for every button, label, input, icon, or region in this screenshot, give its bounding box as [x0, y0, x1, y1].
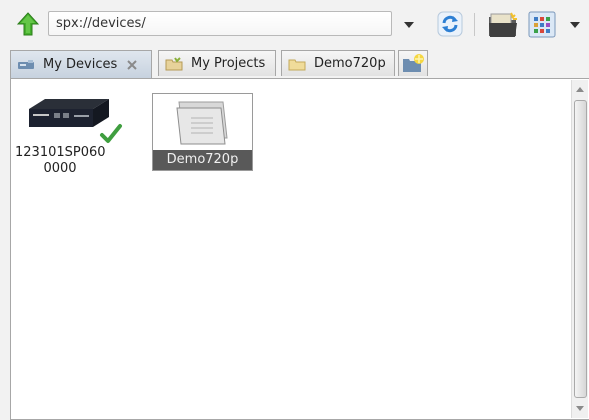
tab-label: My Devices	[43, 57, 118, 72]
folder-item-demo720p[interactable]: Demo720p	[152, 93, 253, 171]
close-icon[interactable]	[126, 59, 138, 71]
toolbar-separator	[474, 13, 475, 36]
tab-my-devices[interactable]: My Devices	[10, 50, 152, 78]
grid-view-icon[interactable]	[528, 11, 556, 38]
tab-label: My Projects	[191, 56, 266, 71]
device-label: 123101SP060 0000	[15, 145, 106, 177]
device-label-line1: 123101SP060	[15, 145, 106, 160]
folder-label: Demo720p	[153, 150, 252, 170]
refresh-icon[interactable]	[437, 11, 463, 37]
device-item[interactable]: 123101SP060 0000	[15, 91, 145, 181]
new-tab-button[interactable]	[398, 50, 428, 76]
toolbar	[0, 0, 589, 48]
content-pane: 123101SP060 0000 Demo720p	[10, 78, 589, 420]
online-check-icon	[100, 124, 122, 143]
scroll-up-arrow-icon[interactable]	[572, 82, 588, 98]
folder-icon[interactable]	[487, 11, 519, 39]
scroll-down-arrow-icon[interactable]	[572, 400, 588, 416]
folder-icon	[288, 57, 306, 71]
device-label-line2: 0000	[43, 161, 77, 176]
vertical-scrollbar[interactable]	[571, 80, 588, 418]
folder-icon	[176, 101, 228, 145]
tab-label: Demo720p	[314, 56, 386, 71]
address-input[interactable]	[48, 11, 392, 36]
scrollbar-thumb[interactable]	[574, 100, 587, 398]
new-tab-icon	[403, 54, 424, 72]
tab-my-projects[interactable]: My Projects	[158, 50, 276, 76]
up-arrow-icon[interactable]	[16, 12, 40, 36]
view-dropdown-icon[interactable]	[566, 14, 584, 34]
address-dropdown-icon[interactable]	[400, 14, 418, 34]
devices-icon	[17, 58, 35, 72]
tab-demo720p[interactable]: Demo720p	[281, 50, 395, 76]
projects-icon	[165, 56, 183, 71]
